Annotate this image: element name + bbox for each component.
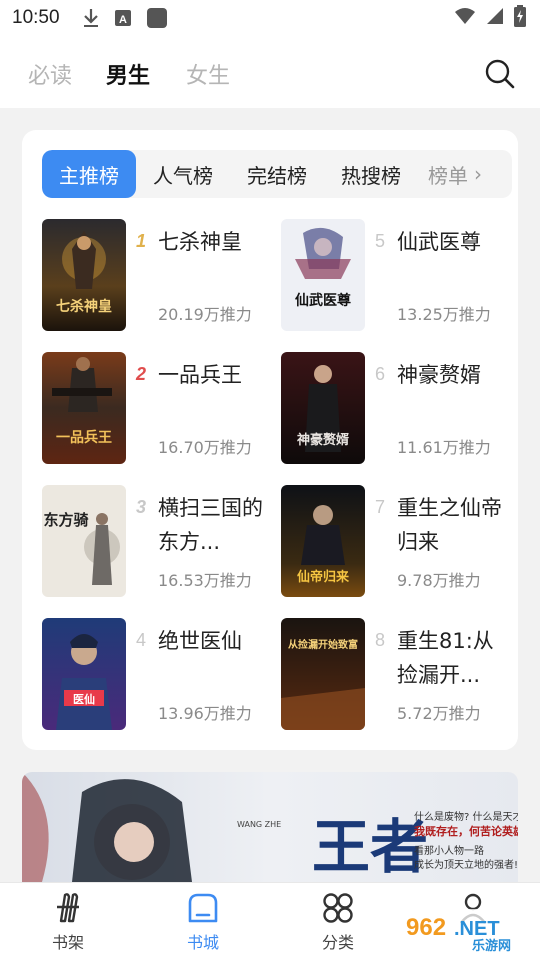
- cover-text: 仙帝归来: [297, 569, 350, 585]
- download-icon: [82, 8, 100, 28]
- book-score: 5.72万推力: [397, 704, 481, 723]
- nav-label: 分类: [321, 933, 354, 952]
- tab-completed[interactable]: 完结榜: [230, 150, 324, 198]
- tab-hot-search[interactable]: 热搜榜: [324, 150, 418, 198]
- rank-number: 6: [375, 364, 386, 384]
- book-item[interactable]: 七杀神皇 1 七杀神皇 20.19万推力: [42, 219, 272, 331]
- book-score: 13.25万推力: [397, 305, 491, 324]
- cover-text: 神豪赘婿: [297, 432, 350, 448]
- tab-male[interactable]: 男生: [106, 58, 150, 90]
- signal-icon: [486, 7, 504, 29]
- status-time: 10:50: [12, 7, 60, 28]
- promo-banner[interactable]: WANG ZHE 王者 什么是废物? 什么是天才? 我既存在，何苦论英雄! 看那…: [22, 772, 518, 882]
- bookstore-icon: [186, 891, 220, 925]
- rank-number: 2: [136, 364, 147, 384]
- book-score: 13.96万推力: [158, 704, 252, 723]
- tab-must-read[interactable]: 必读: [28, 58, 72, 90]
- tab-female[interactable]: 女生: [186, 58, 230, 90]
- book-title: 七杀神皇: [158, 230, 242, 254]
- book-title: 神豪赘婿: [397, 363, 481, 387]
- bookshelf-icon: [51, 891, 85, 925]
- banner-line4: 成长为顶天立地的强者!: [414, 858, 518, 871]
- search-icon[interactable]: [484, 58, 516, 90]
- banner-tag: WANG ZHE: [237, 820, 281, 829]
- cover-text: 一品兵王: [56, 429, 112, 446]
- nav-category[interactable]: 分类: [298, 891, 378, 957]
- rank-number: 8: [375, 630, 386, 650]
- tab-more-lists[interactable]: 榜单 ›: [418, 150, 498, 198]
- book-score: 16.70万推力: [158, 438, 252, 457]
- tab-more-label: 榜单: [428, 163, 468, 188]
- book-cover: 一品兵王: [42, 352, 126, 464]
- book-score: 20.19万推力: [158, 305, 252, 324]
- banner-line3: 看那小人物一路: [414, 844, 484, 857]
- chevron-right-icon: ›: [474, 162, 482, 186]
- book-cover: 七杀神皇: [42, 219, 126, 331]
- wifi-icon: [454, 7, 476, 29]
- rank-card: 主推榜 人气榜 完结榜 热搜榜 榜单 › 七杀神皇 1 七杀神皇 20.19万推…: [22, 130, 518, 750]
- book-item[interactable]: 从捡漏开始致富 8 重生81:从捡漏开... 5.72万推力: [281, 618, 511, 730]
- book-cover: 仙帝归来: [281, 485, 365, 597]
- watermark-text1: 962: [406, 914, 446, 941]
- cover-text: 从捡漏开始致富: [288, 638, 358, 651]
- cover-text: 东方骑: [43, 511, 88, 529]
- tab-popularity[interactable]: 人气榜: [136, 150, 230, 198]
- keyboard-a-icon: A: [114, 9, 132, 27]
- watermark-text2: .NET: [454, 918, 500, 940]
- book-cover: 仙武医尊: [281, 219, 365, 331]
- status-bar: 10:50 A: [0, 0, 540, 36]
- nav-label: 书城: [186, 933, 219, 952]
- watermark-text3: 乐游网: [472, 938, 511, 954]
- book-score: 9.78万推力: [397, 571, 481, 590]
- banner-line1: 什么是废物? 什么是天才?: [414, 810, 518, 823]
- book-title: 一品兵王: [158, 363, 242, 387]
- nav-label: 书架: [51, 933, 84, 952]
- book-cover: 从捡漏开始致富: [281, 618, 365, 730]
- book-title: 横扫三国的东方...: [158, 496, 263, 554]
- book-title: 绝世医仙: [158, 629, 242, 653]
- book-item[interactable]: 医仙 4 绝世医仙 13.96万推力: [42, 618, 272, 730]
- nav-bookshelf[interactable]: 书架: [28, 891, 108, 957]
- nav-bookstore[interactable]: 书城: [163, 891, 243, 957]
- rank-number: 5: [375, 231, 386, 251]
- banner-title: 王者: [312, 813, 428, 881]
- book-item[interactable]: 东方骑 3 横扫三国的东方... 16.53万推力: [42, 485, 272, 597]
- book-item[interactable]: 仙武医尊 5 仙武医尊 13.25万推力: [281, 219, 511, 331]
- book-item[interactable]: 神豪赘婿 6 神豪赘婿 11.61万推力: [281, 352, 511, 464]
- cover-text: 七杀神皇: [56, 298, 112, 315]
- book-title: 仙武医尊: [397, 230, 481, 254]
- banner-line2: 我既存在，何苦论英雄!: [414, 824, 518, 838]
- book-item[interactable]: 一品兵王 2 一品兵王 16.70万推力: [42, 352, 272, 464]
- rank-number: 3: [136, 497, 147, 517]
- tab-main-recommend[interactable]: 主推榜: [42, 150, 136, 198]
- rank-number: 4: [136, 630, 147, 650]
- category-icon: [321, 891, 355, 925]
- book-cover: 神豪赘婿: [281, 352, 365, 464]
- book-score: 11.61万推力: [397, 438, 491, 457]
- book-cover: 医仙: [42, 618, 126, 730]
- book-score: 16.53万推力: [158, 571, 252, 590]
- cover-text: 医仙: [73, 692, 95, 706]
- rank-number: 7: [375, 497, 386, 517]
- battery-charging-icon: [514, 5, 526, 31]
- top-tab-bar: 必读 男生 女生: [0, 36, 540, 108]
- book-title: 重生之仙帝归来: [397, 496, 502, 554]
- svg-text:A: A: [119, 14, 127, 26]
- cover-text: 仙武医尊: [295, 292, 351, 309]
- rank-number: 1: [136, 231, 147, 251]
- book-item[interactable]: 仙帝归来 7 重生之仙帝归来 9.78万推力: [281, 485, 511, 597]
- book-cover: 东方骑: [42, 485, 126, 597]
- watermark-logo: 962 .NET 乐游网: [400, 905, 536, 955]
- app-square-icon: [146, 7, 168, 29]
- book-title: 重生81:从捡漏开...: [397, 629, 494, 687]
- rank-tab-bar: 主推榜 人气榜 完结榜 热搜榜 榜单 ›: [42, 150, 512, 198]
